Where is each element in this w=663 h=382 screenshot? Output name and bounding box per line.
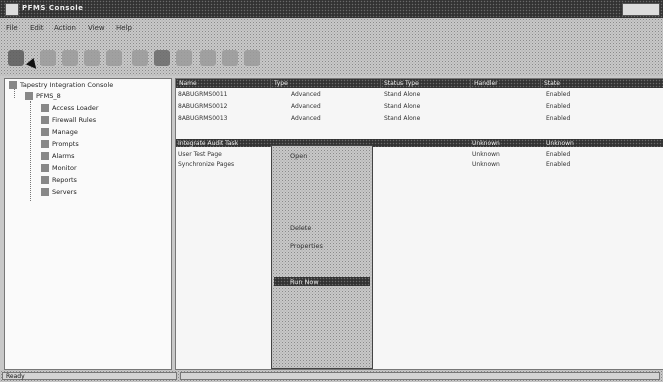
menu-action[interactable]: Action	[54, 24, 76, 32]
table-cell: Stand Alone	[384, 115, 421, 122]
table-cell: Enabled	[546, 115, 571, 122]
pointer-icon[interactable]	[8, 50, 24, 66]
folder-icon	[41, 152, 49, 160]
table-cell: Enabled	[546, 91, 571, 98]
menu-view[interactable]: View	[88, 24, 105, 32]
column-header-handler[interactable]: Handler	[471, 79, 541, 88]
table-cell: Enabled	[546, 161, 571, 168]
column-header-name[interactable]: Name	[176, 79, 271, 88]
window-title: PFMS Console	[22, 4, 84, 12]
folder-icon	[41, 116, 49, 124]
tree-connector	[14, 88, 15, 98]
column-header-state[interactable]: State	[541, 79, 663, 88]
tree-child-servers[interactable]: Servers	[41, 188, 77, 196]
folder-icon	[41, 104, 49, 112]
table-cell: Advanced	[291, 115, 321, 122]
table-cell: Enabled	[546, 151, 571, 158]
tree-child-firewall-rules[interactable]: Firewall Rules	[41, 116, 96, 124]
context-menu-item-properties[interactable]: Properties	[290, 242, 323, 250]
table-cell: Unknown	[472, 140, 500, 147]
cursor-icon[interactable]	[244, 50, 260, 66]
context-menu: Open Delete Properties Run Now	[271, 145, 373, 369]
forward-icon[interactable]	[62, 50, 78, 66]
table-cell[interactable]: Integrate Audit Task	[178, 140, 238, 147]
status-bar: Ready	[0, 370, 663, 382]
selected-table-row[interactable]	[176, 139, 663, 147]
tree-child-manage[interactable]: Manage	[41, 128, 78, 136]
table-cell: Advanced	[291, 103, 321, 110]
column-header-type[interactable]: Type	[271, 79, 381, 88]
status-panel-2	[180, 372, 660, 380]
folder-icon	[41, 176, 49, 184]
table-cell[interactable]: 8ABUGRMS0012	[178, 103, 228, 110]
tree-root[interactable]: Tapestry Integration Console	[9, 81, 113, 89]
export-icon[interactable]	[132, 50, 148, 66]
tree-node[interactable]: PFMS_8	[25, 92, 61, 100]
table-cell: Unknown	[472, 161, 500, 168]
column-header-status-type[interactable]: Status Type	[381, 79, 471, 88]
table-cell: Advanced	[291, 91, 321, 98]
table-cell: Unknown	[546, 140, 574, 147]
tree-pane[interactable]: Tapestry Integration Console PFMS_8 Acce…	[4, 78, 172, 370]
console-icon	[9, 81, 17, 89]
table-cell: Unknown	[472, 151, 500, 158]
tree-child-access-loader[interactable]: Access Loader	[41, 104, 99, 112]
menu-edit[interactable]: Edit	[30, 24, 44, 32]
back-icon[interactable]	[40, 50, 56, 66]
table-cell: Enabled	[546, 103, 571, 110]
tree-connector	[30, 101, 31, 201]
context-menu-highlight[interactable]	[274, 277, 370, 286]
table-cell: Stand Alone	[384, 91, 421, 98]
settings-icon[interactable]	[200, 50, 216, 66]
toolbar	[0, 42, 663, 76]
list-pane[interactable]: Name Type Status Type Handler State 8ABU…	[175, 78, 663, 370]
up-icon[interactable]	[84, 50, 100, 66]
properties-icon[interactable]	[154, 50, 170, 66]
tree-child-alarms[interactable]: Alarms	[41, 152, 75, 160]
server-icon	[25, 92, 33, 100]
window-controls[interactable]	[622, 3, 660, 16]
folder-icon	[41, 188, 49, 196]
table-cell[interactable]: Synchronize Pages	[178, 161, 234, 168]
tree-child-prompts[interactable]: Prompts	[41, 140, 79, 148]
context-menu-item-run-now[interactable]: Run Now	[290, 278, 319, 286]
table-cell[interactable]: 8ABUGRMS0011	[178, 91, 228, 98]
menu-help[interactable]: Help	[116, 24, 132, 32]
status-text: Ready	[2, 372, 177, 380]
menu-bar: File Edit Action View Help	[0, 18, 663, 42]
context-menu-item-open[interactable]: Open	[290, 152, 307, 160]
help-icon[interactable]	[176, 50, 192, 66]
table-cell[interactable]: 8ABUGRMS0013	[178, 115, 228, 122]
refresh-icon[interactable]	[106, 50, 122, 66]
table-cell: Stand Alone	[384, 103, 421, 110]
app-icon	[5, 3, 19, 16]
context-menu-item-delete[interactable]: Delete	[290, 224, 311, 232]
folder-icon	[41, 164, 49, 172]
info-icon[interactable]	[222, 50, 238, 66]
tree-child-reports[interactable]: Reports	[41, 176, 77, 184]
tree-child-monitor[interactable]: Monitor	[41, 164, 77, 172]
title-bar: PFMS Console	[0, 0, 663, 18]
folder-icon	[41, 128, 49, 136]
folder-icon	[41, 140, 49, 148]
table-cell[interactable]: User Test Page	[178, 151, 222, 158]
menu-file[interactable]: File	[6, 24, 18, 32]
